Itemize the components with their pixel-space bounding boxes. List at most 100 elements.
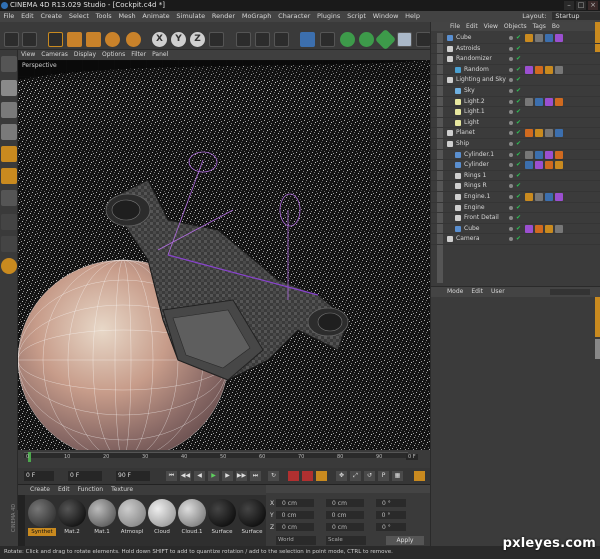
viewport-menu-cameras[interactable]: Cameras <box>38 51 71 58</box>
layers-side-tab[interactable] <box>595 339 600 359</box>
workplane-mode-icon[interactable] <box>1 124 17 140</box>
start-frame-field[interactable]: 0 F <box>24 471 54 481</box>
visibility-dot-icon[interactable] <box>509 57 513 62</box>
key-parameter-icon[interactable]: P <box>378 471 389 481</box>
visibility-dot-icon[interactable] <box>509 120 513 125</box>
viewport-menu-options[interactable]: Options <box>99 51 128 58</box>
rotation-h-field[interactable]: 0 ° <box>376 499 407 507</box>
render-picture-viewer-icon[interactable] <box>255 32 270 47</box>
autokey-icon[interactable] <box>302 471 313 481</box>
attribute-nav-buttons[interactable] <box>550 289 590 295</box>
visibility-dot-icon[interactable] <box>509 89 513 93</box>
keyframe-selection-icon[interactable] <box>316 471 327 481</box>
material-tag-icon[interactable] <box>545 34 553 42</box>
material-tag-icon[interactable] <box>545 161 553 170</box>
next-frame-icon[interactable]: ▶ <box>222 471 233 481</box>
size-z-field[interactable]: 0 cm <box>326 523 365 531</box>
visibility-dot-icon[interactable] <box>509 205 513 210</box>
model-mode-icon[interactable] <box>1 80 17 96</box>
layout-select[interactable]: Startup <box>552 12 600 20</box>
material-tag-icon[interactable] <box>535 129 543 138</box>
timeline-window-icon[interactable] <box>414 471 425 481</box>
enabled-check-icon[interactable]: ✔ <box>516 139 521 150</box>
object-row[interactable]: Lighting and Sky ✔ <box>431 75 600 86</box>
min-frame-field[interactable]: 0 F <box>68 471 102 481</box>
enabled-check-icon[interactable]: ✔ <box>516 65 521 76</box>
menu-edit[interactable]: Edit <box>18 11 37 22</box>
enabled-check-icon[interactable]: ✔ <box>516 181 521 192</box>
material-menu-function[interactable]: Function <box>74 486 108 493</box>
rotate-icon[interactable] <box>105 32 120 47</box>
points-mode-icon[interactable] <box>1 146 17 162</box>
coordinate-scale-select[interactable]: Scale <box>326 536 366 545</box>
menu-tools[interactable]: Tools <box>92 11 115 22</box>
enabled-check-icon[interactable]: ✔ <box>516 107 521 118</box>
minimize-button[interactable]: – <box>564 1 574 10</box>
material-tag-icon[interactable] <box>535 150 543 159</box>
material-tag-icon[interactable] <box>525 193 533 201</box>
menu-window[interactable]: Window <box>369 11 401 22</box>
material-swatch[interactable] <box>238 499 266 527</box>
material-tag-icon[interactable] <box>555 150 563 159</box>
enabled-check-icon[interactable]: ✔ <box>516 192 521 203</box>
object-row[interactable]: Engine.1 ✔ <box>431 192 600 203</box>
material-tag-icon[interactable] <box>535 97 543 106</box>
visibility-dot-icon[interactable] <box>509 226 513 231</box>
material-tag-icon[interactable] <box>555 97 563 106</box>
material-tag-icon[interactable] <box>545 129 553 138</box>
position-z-field[interactable]: 0 cm <box>276 523 315 531</box>
material-menu-texture[interactable]: Texture <box>107 486 137 493</box>
environment-icon[interactable] <box>397 32 412 47</box>
coordinate-system-icon[interactable] <box>209 32 224 47</box>
object-row[interactable]: Rings R ✔ <box>431 181 600 192</box>
object-row[interactable]: Cube ✔ <box>431 33 600 44</box>
cube-primitive-icon[interactable] <box>300 32 315 47</box>
enabled-check-icon[interactable]: ✔ <box>516 224 521 235</box>
menu-script[interactable]: Script <box>344 11 370 22</box>
material-swatch[interactable] <box>58 499 86 527</box>
menu-character[interactable]: Character <box>275 11 314 22</box>
object-row[interactable]: Randomizer ✔ <box>431 54 600 65</box>
subdivision-surface-icon[interactable] <box>340 32 355 47</box>
x-axis-button[interactable]: X <box>152 32 167 47</box>
size-y-field[interactable]: 0 cm <box>325 511 364 519</box>
enabled-check-icon[interactable]: ✔ <box>516 234 521 245</box>
enabled-check-icon[interactable]: ✔ <box>516 150 521 161</box>
array-icon[interactable] <box>359 32 374 47</box>
material-tag-icon[interactable] <box>535 161 543 170</box>
enabled-check-icon[interactable]: ✔ <box>516 86 521 97</box>
material-tag-icon[interactable] <box>555 129 563 138</box>
viewport-menu-panel[interactable]: Panel <box>149 51 171 58</box>
material-tag-icon[interactable] <box>535 65 543 74</box>
material-tag-icon[interactable] <box>525 65 533 74</box>
position-y-field[interactable]: 0 cm <box>275 511 314 519</box>
material-tag-icon[interactable] <box>525 34 533 42</box>
material-tag-icon[interactable] <box>545 97 553 106</box>
material-swatch[interactable] <box>88 499 116 527</box>
visibility-dot-icon[interactable] <box>509 163 513 168</box>
material-tag-icon[interactable] <box>555 161 563 170</box>
key-pla-icon[interactable]: ▦ <box>392 471 403 481</box>
material-menu-edit[interactable]: Edit <box>54 486 74 493</box>
enabled-check-icon[interactable]: ✔ <box>516 33 521 44</box>
deformer-icon[interactable] <box>374 28 397 51</box>
record-key-icon[interactable] <box>288 471 299 481</box>
material-tag-icon[interactable] <box>525 150 533 159</box>
menu-render[interactable]: Render <box>209 11 239 22</box>
coordinate-mode-select[interactable]: World <box>276 536 316 545</box>
object-menu-bookmarks[interactable]: Bo <box>549 23 563 30</box>
material-tag-icon[interactable] <box>545 193 553 201</box>
rotation-b-field[interactable]: 0 ° <box>376 523 407 531</box>
prev-key-icon[interactable]: ◀◀ <box>180 471 191 481</box>
object-row[interactable]: Cube ✔ <box>431 224 600 235</box>
object-row[interactable]: Rings 1 ✔ <box>431 171 600 182</box>
visibility-dot-icon[interactable] <box>509 173 513 178</box>
object-row[interactable]: Light.2 ✔ <box>431 97 600 108</box>
visibility-dot-icon[interactable] <box>509 184 513 189</box>
recent-tools-icon[interactable] <box>126 32 141 47</box>
perspective-viewport[interactable]: Perspective <box>18 60 430 450</box>
visibility-dot-icon[interactable] <box>509 67 513 72</box>
visibility-dot-icon[interactable] <box>509 99 513 104</box>
timeline-track[interactable] <box>24 452 408 458</box>
spline-pen-icon[interactable] <box>320 32 335 47</box>
